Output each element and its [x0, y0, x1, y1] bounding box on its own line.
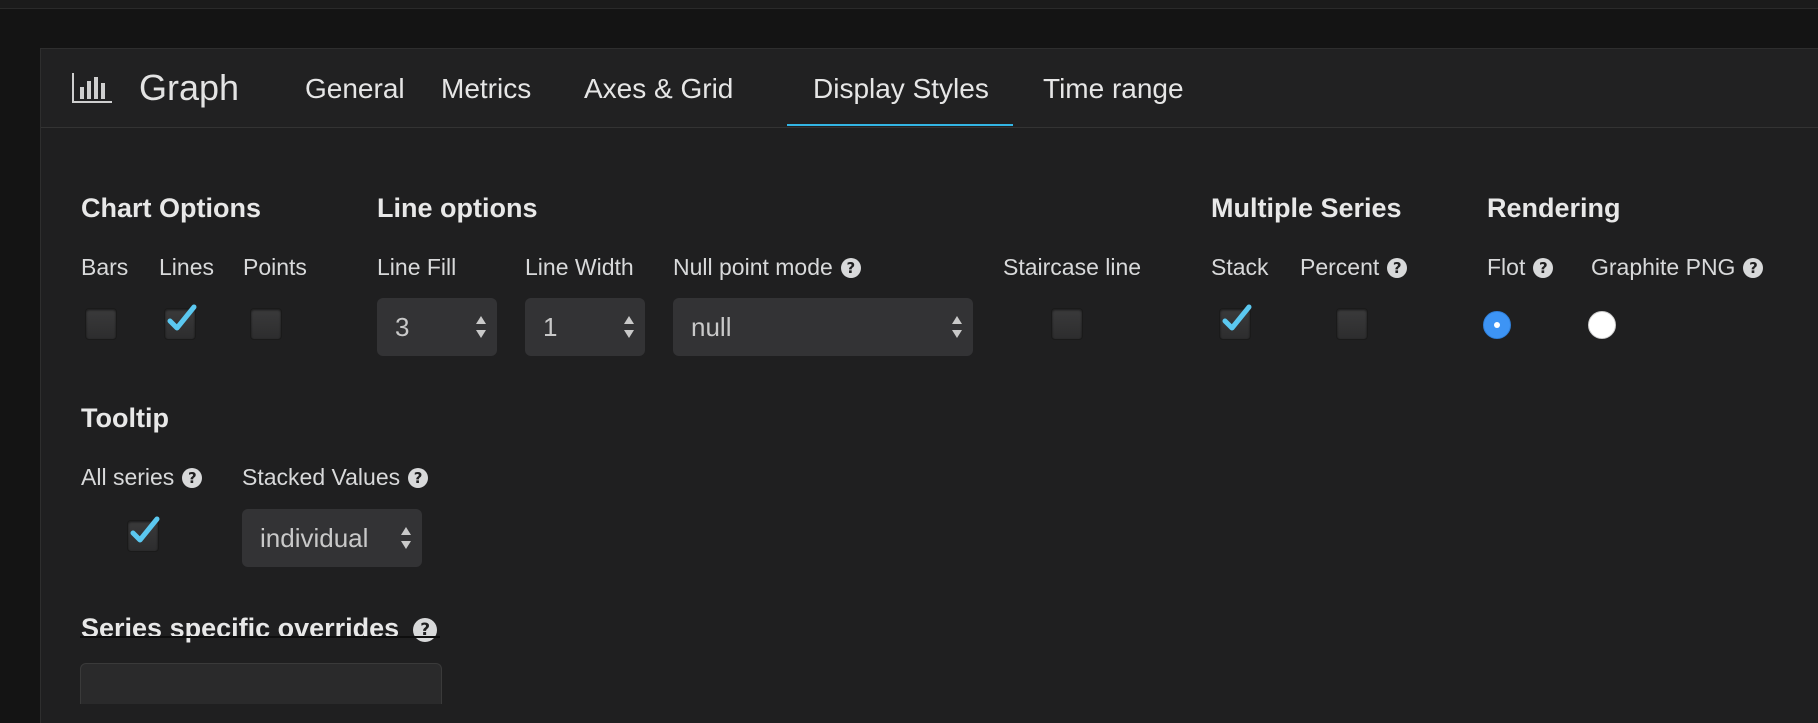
chart-options-title: Chart Options — [81, 193, 261, 223]
panel-header: Graph General Metrics Axes & Grid Displa… — [41, 49, 1818, 128]
tooltip-title: Tooltip — [81, 403, 169, 433]
lines-checkbox[interactable] — [164, 304, 197, 340]
help-icon[interactable]: ? — [1533, 258, 1554, 278]
bar-chart-icon — [72, 73, 112, 103]
select-arrows-icon — [401, 527, 411, 549]
multiple-series-title: Multiple Series — [1211, 193, 1402, 223]
panel-title: Graph — [139, 67, 240, 108]
staircase-line-checkbox[interactable] — [1051, 308, 1083, 340]
help-icon[interactable]: ? — [182, 468, 203, 488]
checkmark-icon — [167, 304, 197, 331]
stack-checkbox[interactable] — [1219, 304, 1252, 340]
stacked-values-select[interactable]: individual — [242, 509, 422, 567]
line-width-select[interactable]: 1 — [525, 298, 645, 356]
null-point-mode-select[interactable]: null — [673, 298, 973, 356]
help-icon[interactable]: ? — [1743, 258, 1764, 278]
tab-display-styles[interactable]: Display Styles — [813, 73, 989, 105]
stack-label: Stack — [1211, 254, 1269, 280]
select-arrows-icon — [952, 316, 962, 338]
select-arrows-icon — [624, 316, 634, 338]
add-override-button[interactable] — [80, 663, 442, 704]
points-checkbox[interactable] — [250, 308, 282, 340]
panel-editor: Graph General Metrics Axes & Grid Displa… — [40, 48, 1818, 723]
bars-label: Bars — [81, 254, 129, 280]
top-strip — [0, 0, 1818, 9]
line-width-label: Line Width — [525, 254, 634, 280]
series-overrides-title: Series specific overrides? — [81, 613, 438, 644]
line-fill-select[interactable]: 3 — [377, 298, 497, 356]
graphite-png-radio[interactable] — [1588, 311, 1616, 339]
lines-label: Lines — [159, 254, 214, 280]
null-point-mode-label: Null point mode? — [673, 254, 861, 281]
line-fill-label: Line Fill — [377, 254, 457, 280]
tab-time-range[interactable]: Time range — [1043, 73, 1184, 105]
tab-general[interactable]: General — [305, 73, 405, 105]
graphite-png-label: Graphite PNG? — [1591, 254, 1764, 281]
flot-label: Flot? — [1487, 254, 1554, 281]
all-series-checkbox[interactable] — [127, 516, 160, 552]
line-width-value: 1 — [543, 312, 558, 342]
points-label: Points — [243, 254, 307, 280]
checkmark-icon — [1222, 304, 1252, 331]
stacked-values-value: individual — [260, 523, 369, 553]
active-tab-indicator — [787, 124, 1013, 126]
help-icon[interactable]: ? — [408, 468, 429, 488]
select-arrows-icon — [476, 316, 486, 338]
bars-checkbox[interactable] — [85, 308, 117, 340]
tab-axes-grid[interactable]: Axes & Grid — [584, 73, 733, 105]
help-icon[interactable]: ? — [1387, 258, 1408, 278]
tab-metrics[interactable]: Metrics — [441, 73, 531, 105]
null-point-mode-value: null — [691, 312, 732, 342]
all-series-label: All series? — [81, 464, 203, 491]
line-fill-value: 3 — [395, 312, 410, 342]
flot-radio[interactable] — [1483, 311, 1511, 339]
checkmark-icon — [130, 516, 160, 543]
percent-checkbox[interactable] — [1336, 308, 1368, 340]
help-icon[interactable]: ? — [413, 618, 438, 642]
overrides-divider — [80, 636, 440, 638]
stacked-values-label: Stacked Values? — [242, 464, 429, 491]
rendering-title: Rendering — [1487, 193, 1621, 223]
help-icon[interactable]: ? — [840, 258, 861, 278]
percent-label: Percent? — [1300, 254, 1408, 281]
staircase-line-label: Staircase line — [1003, 254, 1142, 280]
line-options-title: Line options — [377, 193, 538, 223]
